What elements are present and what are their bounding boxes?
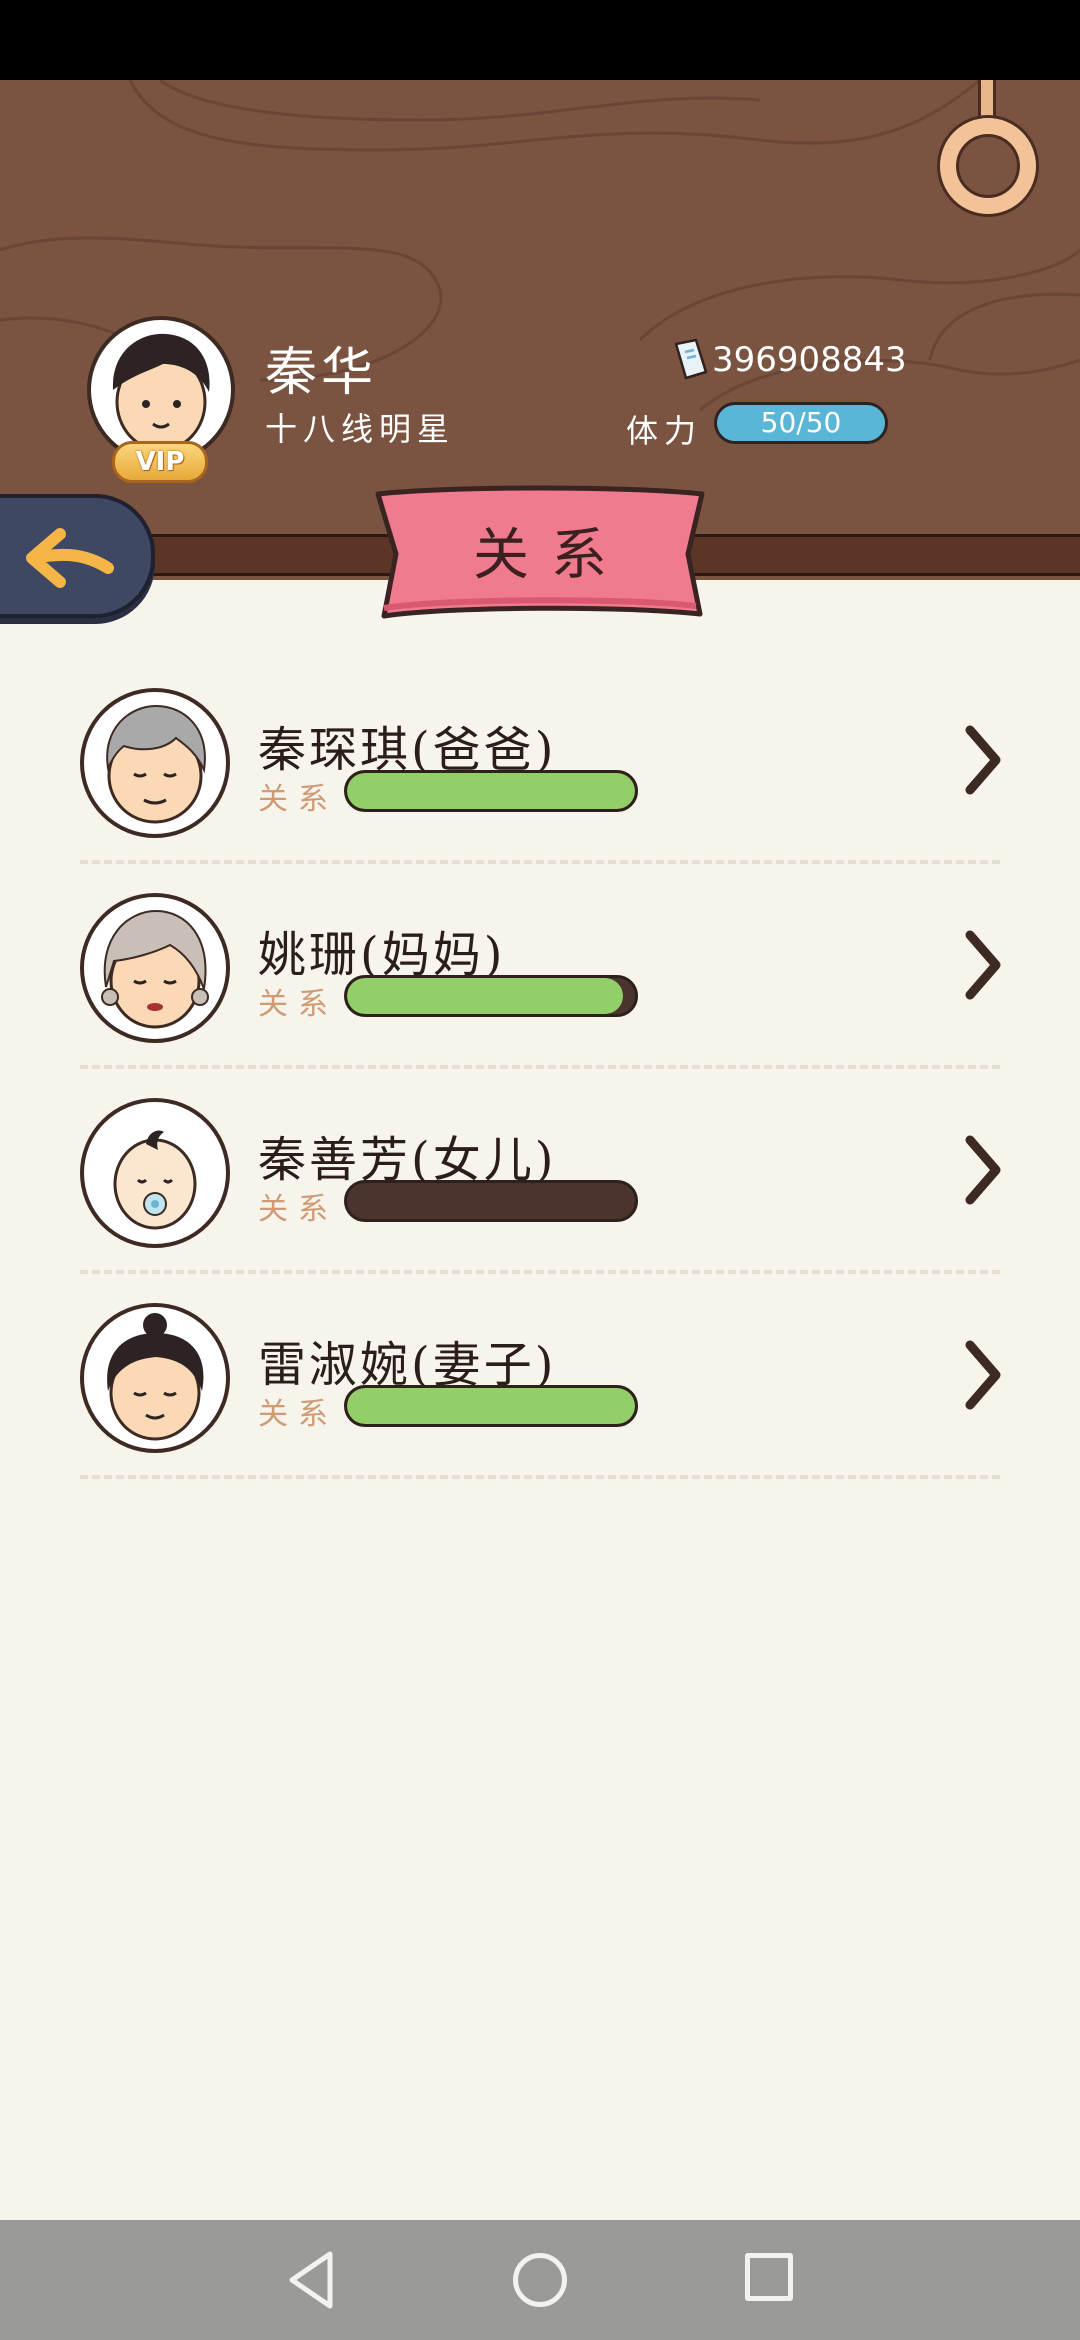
banknote-icon (674, 338, 708, 380)
system-nav-bar (0, 2220, 1080, 2340)
relation-bar-fill (347, 1388, 635, 1424)
row-divider (80, 1270, 1000, 1274)
mother-avatar (80, 893, 230, 1043)
stamina-label: 体力 (626, 412, 703, 450)
relation-bar (344, 975, 638, 1017)
chevron-right-icon[interactable] (958, 1130, 1008, 1210)
page-title: 关系 (473, 523, 629, 588)
nav-back-icon[interactable] (282, 2248, 342, 2312)
vip-badge: VIP (112, 441, 208, 483)
chevron-right-icon[interactable] (958, 1335, 1008, 1415)
relation-label: 关系 (258, 782, 338, 817)
relation-row[interactable]: 雷淑婉(妻子) 关系 (0, 1295, 1080, 1500)
relation-label: 关系 (258, 1192, 338, 1227)
relation-bar-fill (347, 773, 635, 809)
nav-home-icon[interactable] (513, 2253, 567, 2307)
relation-label: 关系 (258, 987, 338, 1022)
nav-recent-icon[interactable] (745, 2253, 793, 2301)
player-name: 秦华 (265, 343, 378, 403)
relation-bar (344, 1385, 638, 1427)
relation-bar (344, 770, 638, 812)
relation-row[interactable]: 姚珊(妈妈) 关系 (0, 885, 1080, 1090)
relation-bar (344, 1180, 638, 1222)
relation-row[interactable]: 秦善芳(女儿) 关系 (0, 1090, 1080, 1295)
back-button[interactable] (0, 494, 155, 618)
father-avatar (80, 688, 230, 838)
money-value: 396908843 (712, 340, 907, 380)
chevron-right-icon[interactable] (958, 720, 1008, 800)
row-divider (80, 860, 1000, 864)
ring-icon[interactable] (940, 118, 1036, 214)
relation-label: 关系 (258, 1397, 338, 1432)
player-title: 十八线明星 (265, 410, 456, 448)
status-bar (0, 0, 1080, 80)
wife-avatar (80, 1303, 230, 1453)
row-divider (80, 1065, 1000, 1069)
chevron-right-icon[interactable] (958, 925, 1008, 1005)
arrow-left-icon (26, 528, 114, 588)
daughter-avatar (80, 1098, 230, 1248)
stamina-bar: 50/50 (714, 402, 888, 444)
relation-row[interactable]: 秦琛琪(爸爸) 关系 (0, 680, 1080, 885)
row-divider (80, 1475, 1000, 1479)
relation-bar-fill (347, 978, 624, 1014)
player-avatar-face (112, 333, 210, 452)
